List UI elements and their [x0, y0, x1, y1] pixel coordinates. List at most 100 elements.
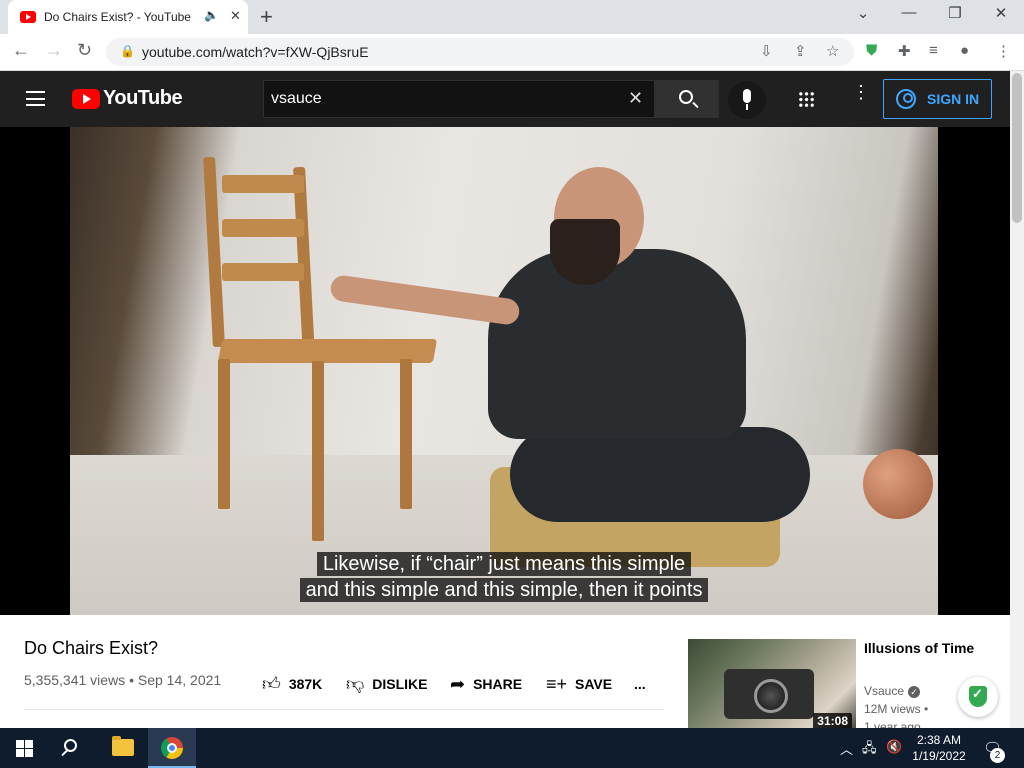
person-torso	[488, 249, 746, 439]
windows-start-icon[interactable]	[16, 740, 33, 757]
person-legs	[510, 427, 810, 522]
recommendation-thumbnail[interactable]: 31:08	[688, 639, 856, 733]
like-count: 387K	[288, 676, 323, 692]
dislike-label: DISLIKE	[372, 676, 428, 692]
divider	[24, 709, 664, 710]
thumbs-up-icon: 👍︎	[262, 674, 281, 694]
file-explorer-icon[interactable]	[112, 736, 134, 756]
share-arrow-icon: ➦	[450, 673, 466, 694]
sign-in-button[interactable]: SIGN IN	[883, 79, 992, 119]
install-app-icon[interactable]: ⇩	[760, 42, 773, 60]
chair-slat	[222, 263, 304, 281]
youtube-logo-icon[interactable]	[72, 89, 100, 109]
more-actions-button[interactable]: ...	[634, 672, 646, 696]
settings-more-icon[interactable]: ⋮	[852, 83, 870, 101]
address-bar[interactable]: 🔒 youtube.com/watch?v=fXW-QjBsruE ⇩ ⇪ ☆	[106, 38, 854, 66]
search-input[interactable]: vsauce ✕	[263, 80, 655, 118]
camera-lens	[754, 679, 788, 713]
new-tab-button[interactable]: +	[260, 4, 273, 30]
globe-ball	[863, 449, 933, 519]
network-icon[interactable]: 🖧	[862, 739, 877, 761]
scrollbar-thumb[interactable]	[1012, 73, 1022, 223]
taskbar-search-icon[interactable]	[64, 739, 77, 752]
close-window-button[interactable]: ✕	[986, 4, 1016, 22]
chair-leg	[400, 359, 412, 509]
person-arm	[329, 273, 521, 327]
recommendation-title[interactable]: Illusions of Time	[864, 638, 984, 658]
chair-backrest-post	[293, 166, 315, 358]
notification-count-badge: 2	[990, 748, 1005, 763]
chair-leg	[218, 359, 230, 509]
recommendation-age: 1 year ago	[864, 720, 921, 728]
video-player[interactable]: Likewise, if “chair” just means this sim…	[0, 127, 1010, 615]
media-queue-icon[interactable]: ≡	[929, 42, 938, 59]
extension-shield-icon[interactable]: ⛊	[866, 42, 877, 59]
chair-leg	[312, 361, 324, 541]
chrome-icon	[161, 737, 183, 759]
browser-toolbar: ← → ↻ 🔒 youtube.com/watch?v=fXW-QjBsruE …	[0, 34, 1024, 71]
chair-slat	[222, 219, 304, 237]
windows-taskbar: ︿ 🖧 🔇 2:38 AM 1/19/2022 🗨 2	[0, 728, 1024, 768]
more-actions-label: ...	[634, 676, 646, 692]
minimize-button[interactable]: —	[894, 4, 924, 21]
video-duration: 31:08	[813, 713, 852, 729]
view-count: 5,355,341 views	[24, 672, 126, 688]
system-clock[interactable]: 2:38 AM 1/19/2022	[908, 732, 970, 764]
chair-slat	[222, 175, 304, 193]
tab-search-chevron-icon[interactable]: ⌄	[848, 4, 878, 22]
caption-line: and this simple and this simple, then it…	[70, 578, 938, 602]
search-button[interactable]	[655, 80, 719, 118]
extensions-puzzle-icon[interactable]: ✚	[898, 42, 911, 60]
thumbs-down-icon: 👎︎	[346, 674, 365, 694]
youtube-header: YouTube vsauce ✕ ⋮ SIGN IN	[0, 71, 1010, 127]
url-text[interactable]: youtube.com/watch?v=fXW-QjBsruE	[142, 44, 369, 60]
volume-muted-icon[interactable]: 🔇	[886, 739, 902, 755]
meta-separator: •	[129, 672, 134, 688]
voice-search-mic-icon[interactable]	[728, 81, 766, 119]
reload-icon[interactable]: ↻	[77, 40, 92, 61]
share-label: SHARE	[473, 676, 523, 692]
upload-date: Sep 14, 2021	[137, 672, 222, 688]
share-page-icon[interactable]: ⇪	[794, 42, 807, 60]
recommendation-views: 12M views •	[864, 702, 929, 716]
caption-line: Likewise, if “chair” just means this sim…	[70, 552, 938, 576]
search-icon	[679, 90, 693, 104]
speaker-icon[interactable]: 🔈	[204, 8, 219, 22]
search-query[interactable]: vsauce	[271, 90, 322, 108]
share-button[interactable]: ➦ SHARE	[450, 672, 522, 696]
clock-date: 1/19/2022	[912, 749, 966, 763]
bookmark-star-icon[interactable]: ☆	[826, 42, 839, 60]
youtube-logo-text[interactable]: YouTube	[103, 87, 183, 110]
account-circle-icon	[896, 89, 916, 109]
restore-button[interactable]: ❐	[940, 4, 970, 22]
page-scrollbar[interactable]	[1010, 71, 1024, 728]
video-title: Do Chairs Exist?	[24, 638, 159, 658]
hamburger-menu-icon[interactable]	[26, 91, 45, 106]
browser-tab[interactable]: Do Chairs Exist? - YouTube 🔈 ✕	[8, 0, 248, 34]
forward-arrow-icon[interactable]: →	[45, 40, 63, 61]
apps-grid-icon[interactable]	[798, 91, 815, 108]
browser-menu-icon[interactable]: ⋮	[996, 42, 1011, 60]
video-frame[interactable]: Likewise, if “chair” just means this sim…	[70, 127, 938, 615]
recommendation-channel[interactable]: Vsauce ✓	[864, 684, 921, 698]
clear-search-icon[interactable]: ✕	[628, 88, 643, 109]
dislike-button[interactable]: 👎︎ DISLIKE	[346, 672, 428, 696]
taskbar-chrome-button[interactable]	[148, 728, 196, 768]
back-arrow-icon[interactable]: ←	[12, 40, 30, 61]
sign-in-label: SIGN IN	[927, 91, 980, 107]
playlist-add-icon: ≡+	[546, 673, 568, 694]
caption-text: and this simple and this simple, then it…	[299, 578, 709, 602]
tray-chevron-up-icon[interactable]: ︿	[840, 739, 853, 758]
save-button[interactable]: ≡+ SAVE	[546, 672, 612, 696]
save-label: SAVE	[575, 676, 613, 692]
youtube-favicon-icon	[20, 11, 36, 23]
verified-check-icon: ✓	[908, 686, 921, 698]
lock-icon[interactable]: 🔒	[120, 44, 135, 58]
tab-close-icon[interactable]: ✕	[230, 8, 241, 24]
security-shield-icon[interactable]	[958, 677, 998, 717]
like-button[interactable]: 👍︎ 387K	[262, 672, 322, 696]
clock-time: 2:38 AM	[916, 733, 962, 747]
channel-name[interactable]: Vsauce	[864, 684, 904, 698]
profile-avatar-icon[interactable]: ●	[960, 42, 969, 59]
browser-tab-strip: Do Chairs Exist? - YouTube 🔈 ✕ + ⌄ — ❐ ✕	[0, 0, 1024, 34]
